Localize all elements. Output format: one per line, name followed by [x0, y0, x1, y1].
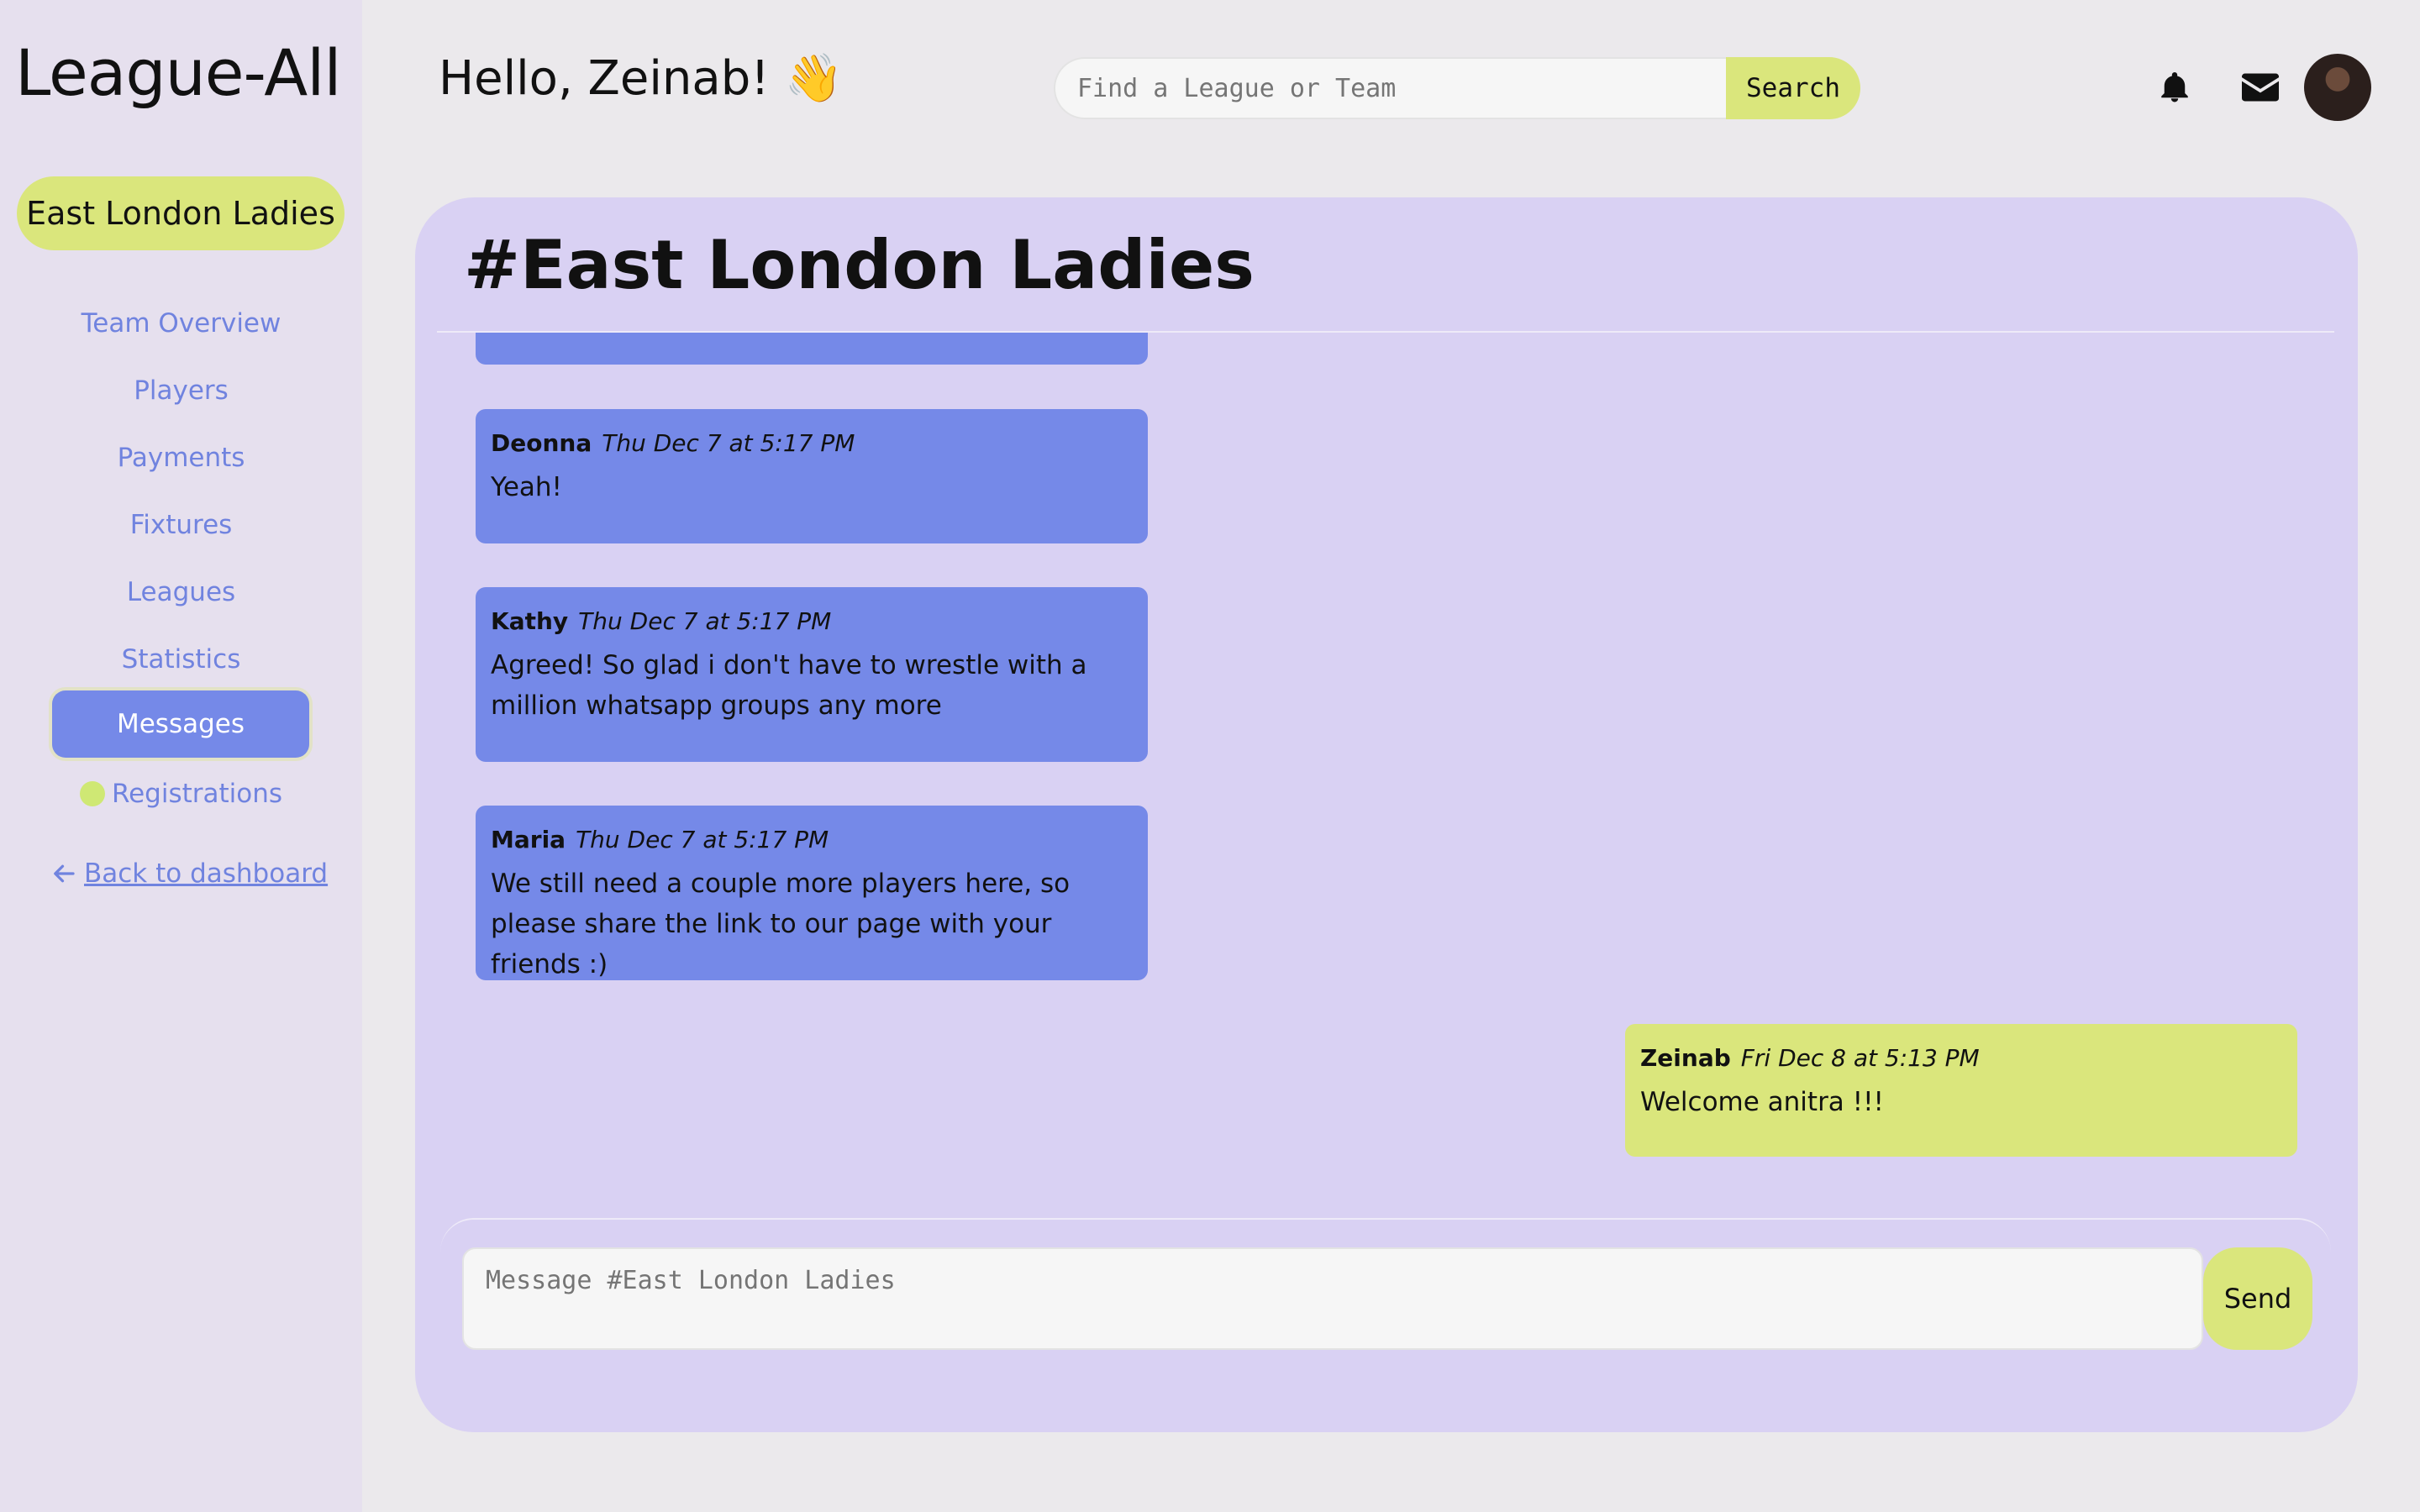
message-author: Maria [491, 826, 566, 853]
message-text: We still need a couple more players here… [491, 869, 1071, 979]
divider [440, 1218, 2331, 1252]
message-timestamp: Fri Dec 8 at 5:13 PM [1740, 1044, 1980, 1072]
back-link-label: Back to dashboard [84, 858, 329, 889]
message-bubble-own: Zeinab Fri Dec 8 at 5:13 PM Welcome anit… [1625, 1024, 2297, 1157]
search-button[interactable]: Search [1726, 57, 1860, 119]
notifications-button[interactable] [2154, 67, 2195, 108]
message-bubble: Maria Thu Dec 7 at 5:17 PM We still need… [476, 806, 1148, 980]
sidebar-item-payments[interactable]: Payments [0, 428, 362, 487]
channel-title: #East London Ladies [464, 226, 1255, 304]
message-author: Kathy [491, 607, 569, 635]
team-name-pill[interactable]: East London Ladies [17, 176, 345, 250]
sidebar-item-leagues[interactable]: Leagues [0, 563, 362, 622]
sidebar-item-fixtures[interactable]: Fixtures [0, 496, 362, 554]
greeting: Hello, Zeinab! 👋 [439, 51, 844, 106]
sidebar-item-statistics[interactable]: Statistics [0, 630, 362, 689]
app-logo[interactable]: League-All [15, 35, 341, 110]
sidebar-item-team-overview[interactable]: Team Overview [0, 294, 362, 353]
message-bubble [476, 333, 1148, 365]
status-dot-icon [79, 781, 105, 806]
message-text: Welcome anitra !!! [1640, 1087, 1884, 1117]
sidebar-item-players[interactable]: Players [0, 361, 362, 420]
sidebar-item-messages[interactable]: Messages [52, 690, 309, 758]
sidebar-item-registrations[interactable]: Registrations [0, 764, 362, 823]
message-input[interactable] [462, 1247, 2203, 1350]
search-input[interactable] [1054, 57, 1726, 119]
message-timestamp: Thu Dec 7 at 5:17 PM [576, 826, 829, 853]
message-author: Deonna [491, 429, 592, 457]
message-timestamp: Thu Dec 7 at 5:17 PM [578, 607, 832, 635]
bell-icon [2161, 71, 2188, 102]
sidebar: League-All East London Ladies Team Overv… [0, 0, 362, 1512]
send-button[interactable]: Send [2203, 1247, 2312, 1350]
message-text: Yeah! [491, 472, 562, 502]
avatar[interactable] [2304, 54, 2371, 121]
mail-icon [2242, 73, 2279, 102]
messages-button[interactable] [2240, 67, 2281, 108]
search-bar: Search [1054, 57, 1860, 119]
message-timestamp: Thu Dec 7 at 5:17 PM [602, 429, 855, 457]
message-bubble: Kathy Thu Dec 7 at 5:17 PM Agreed! So gl… [476, 587, 1148, 762]
arrow-left-icon [54, 864, 75, 883]
message-text: Agreed! So glad i don't have to wrestle … [491, 650, 1087, 721]
chat-panel: #East London Ladies Deonna Thu Dec 7 at … [415, 197, 2358, 1432]
sidebar-item-label: Registrations [111, 779, 283, 809]
message-author: Zeinab [1640, 1044, 1731, 1072]
message-bubble: Deonna Thu Dec 7 at 5:17 PM Yeah! [476, 409, 1148, 543]
back-to-dashboard-link[interactable]: Back to dashboard [52, 858, 328, 889]
